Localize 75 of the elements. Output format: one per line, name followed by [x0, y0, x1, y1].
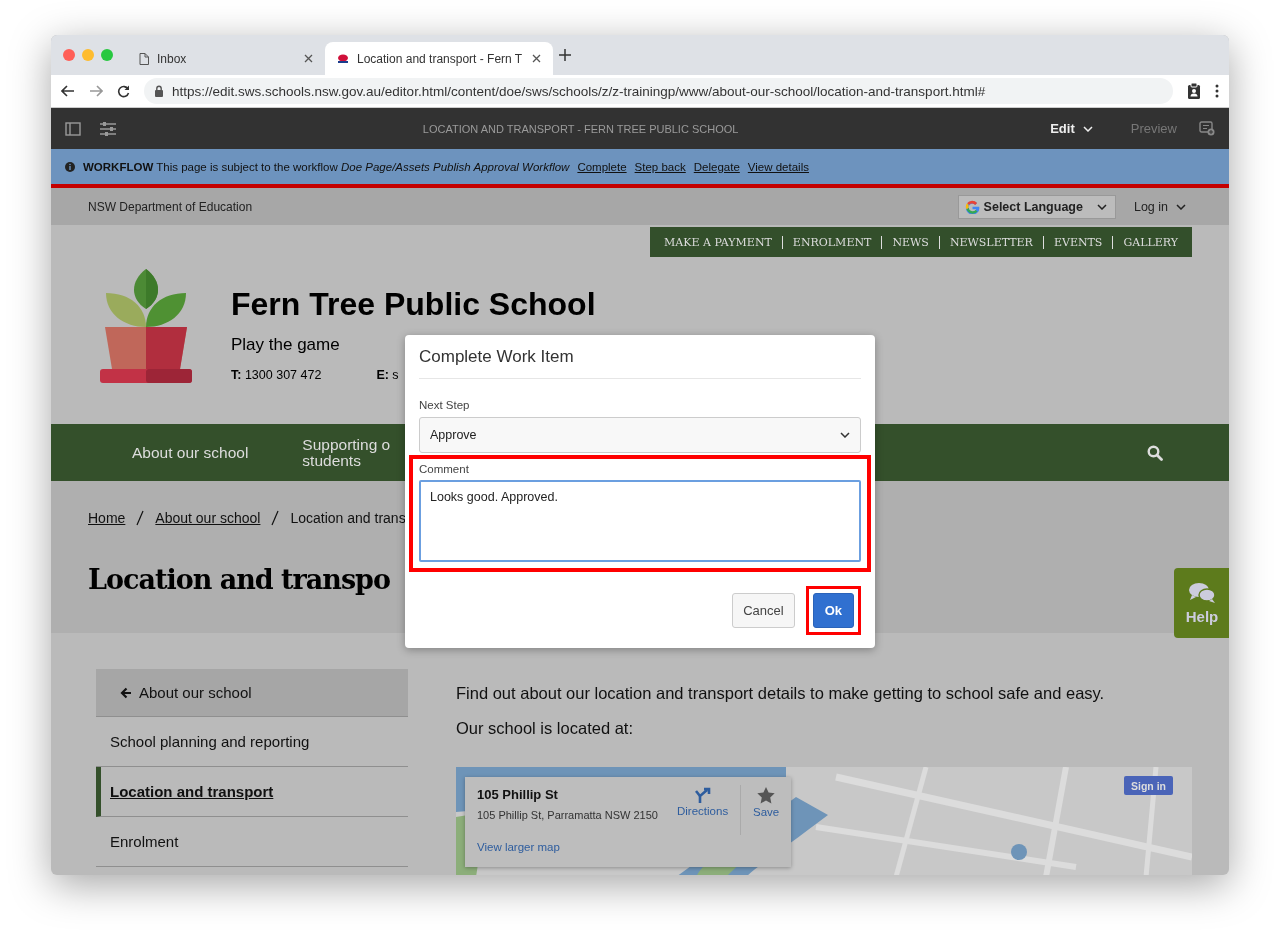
- location-text: Our school is located at:: [456, 719, 634, 738]
- dialog-title: Complete Work Item: [419, 335, 861, 379]
- cancel-button[interactable]: Cancel: [732, 593, 795, 628]
- browser-tab[interactable]: Inbox: [127, 42, 325, 75]
- close-icon[interactable]: [532, 54, 541, 63]
- slash-separator-icon: [136, 510, 145, 526]
- language-selector[interactable]: Select Language: [957, 194, 1116, 219]
- side-nav-item[interactable]: Location and transport: [96, 767, 408, 817]
- reload-icon[interactable]: [117, 84, 130, 98]
- chat-bubbles-icon: [1188, 581, 1216, 604]
- workflow-link[interactable]: Delegate: [693, 160, 740, 173]
- nav-link[interactable]: Supporting o students: [302, 436, 391, 469]
- chevron-down-icon: [1176, 203, 1186, 210]
- search-icon[interactable]: [1147, 444, 1163, 461]
- login-dropdown[interactable]: Log in: [1127, 198, 1192, 215]
- side-panel-icon[interactable]: [65, 121, 81, 136]
- field-label: Next Step: [419, 399, 471, 411]
- ok-button[interactable]: Ok: [812, 593, 854, 628]
- place-name: 105 Phillip St: [477, 787, 558, 802]
- intro-text: Find out about our location and transport details to make getting to school safe and easy.: [456, 684, 1106, 703]
- browser-tab[interactable]: Location and transport - Fern T: [325, 42, 553, 75]
- back-arrow-icon[interactable]: [61, 85, 75, 97]
- contact-detail: E: s: [376, 368, 399, 382]
- top-link[interactable]: NEWSLETTER: [938, 235, 1043, 249]
- top-link[interactable]: MAKE A PAYMENT: [654, 235, 782, 249]
- annotation-icon[interactable]: [1199, 121, 1215, 136]
- sliders-icon[interactable]: [99, 120, 117, 137]
- info-icon: [65, 161, 75, 172]
- back-link[interactable]: About our school: [96, 669, 408, 717]
- page-title: LOCATION AND TRANSPORT - FERN TREE PUBLIC SCHOOL: [421, 122, 740, 135]
- workflow-message: WORKFLOW This page is subject to the workflow Doe Page/Assets Publish Approval Workflow: [83, 160, 570, 173]
- workflow-link[interactable]: Complete: [577, 160, 627, 173]
- new-tab-icon[interactable]: [559, 49, 571, 61]
- workflow-link[interactable]: Step back: [634, 160, 686, 173]
- more-options-icon[interactable]: [1215, 84, 1219, 98]
- breadcrumb-current: Location and trans: [290, 510, 406, 526]
- sign-in-button[interactable]: Sign in: [1124, 776, 1173, 795]
- star-icon: [757, 787, 776, 804]
- breadcrumb-link[interactable]: Home: [88, 510, 126, 526]
- school-motto: Play the game: [231, 335, 341, 355]
- map-link[interactable]: View larger map: [477, 841, 560, 853]
- close-icon[interactable]: [304, 54, 313, 63]
- document-icon: [139, 52, 149, 65]
- breadcrumb-link[interactable]: About our school: [155, 510, 261, 526]
- contact-detail: T: 1300 307 472: [231, 368, 322, 382]
- clipboard-icon[interactable]: [1187, 83, 1201, 99]
- flower-icon: [337, 53, 349, 64]
- chevron-down-icon: [1082, 125, 1093, 132]
- chevron-down-icon: [840, 432, 850, 438]
- top-link[interactable]: EVENTS: [1042, 235, 1113, 249]
- slash-separator-icon: [271, 510, 280, 526]
- address-bar[interactable]: https://edit.sws.schools.nsw.gov.au/editor.html/content/doe/sws/schools/z/z-trainingp/www/about-our-school/location-and-transport.html#: [144, 78, 1173, 104]
- top-link[interactable]: GALLERY: [1112, 235, 1188, 249]
- google-icon: [964, 199, 980, 214]
- nav-link[interactable]: About our school: [132, 444, 249, 461]
- side-nav-item[interactable]: School planning and reporting: [96, 717, 408, 767]
- forward-arrow-icon[interactable]: [89, 85, 103, 97]
- top-link[interactable]: ENROLMENT: [781, 235, 882, 249]
- directions-icon: [694, 787, 711, 803]
- workflow-link[interactable]: View details: [747, 160, 809, 173]
- page-heading: Location and transpo: [88, 564, 390, 595]
- side-nav-item[interactable]: Enrolment: [96, 817, 408, 867]
- lock-icon: [154, 85, 164, 97]
- field-label: Comment: [419, 463, 470, 475]
- place-address: 105 Phillip St, Parramatta NSW 2150: [477, 809, 658, 821]
- left-arrow-icon: [120, 686, 132, 699]
- mode-dropdown[interactable]: Edit: [1044, 120, 1099, 137]
- directions-button[interactable]: Directions: [677, 787, 729, 817]
- save-button[interactable]: Save: [753, 787, 780, 818]
- school-name: Fern Tree Public School: [231, 286, 596, 323]
- next-step-select[interactable]: Approve: [419, 417, 861, 453]
- comment-field[interactable]: Looks good. Approved.: [419, 480, 861, 562]
- top-link[interactable]: NEWS: [881, 235, 939, 249]
- chevron-down-icon: [1096, 203, 1107, 210]
- organisation-name: NSW Department of Education: [88, 199, 254, 214]
